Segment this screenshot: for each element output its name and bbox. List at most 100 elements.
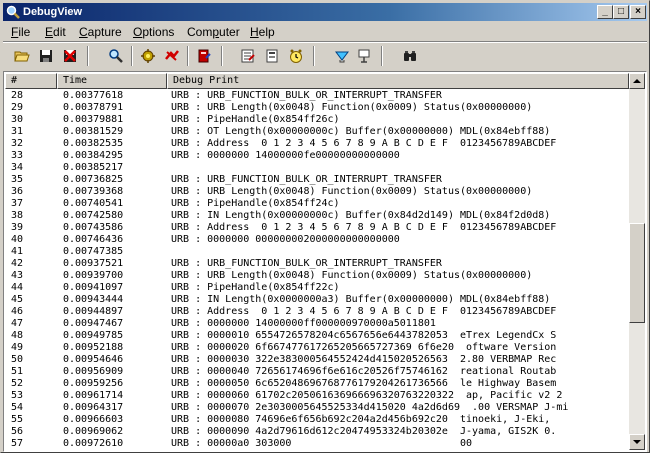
row-message: URB : 0000000 000000002000000000000000 [171,234,400,245]
save-button[interactable] [35,45,57,67]
table-row[interactable]: 56 0.00969062 URB : 0000090 4a2d79616d612c… [5,426,629,438]
clock-time-button[interactable] [285,45,307,67]
row-time: 0.00740541 [63,198,124,209]
table-row[interactable]: 45 0.00943444 URB : IN Length(0x0000000a3)… [5,294,629,306]
row-number: 32 [11,138,24,149]
log-to-file-button[interactable] [193,45,215,67]
table-row[interactable]: 34 0.00385217 [5,162,629,174]
row-number: 46 [11,306,24,317]
magnifier-app-icon [6,5,20,19]
log-rows: 28 0.00377618 URB : URB_FUNCTION_BULK_OR_I… [5,90,629,450]
row-time: 0.00378791 [63,102,124,113]
table-row[interactable]: 48 0.00949785 URB : 0000010 6554726578204c… [5,330,629,342]
open-button[interactable] [11,45,33,67]
row-number: 55 [11,414,24,425]
table-row[interactable]: 53 0.00961714 URB : 0000060 61702c20506163… [5,390,629,402]
highlight-button[interactable] [261,45,283,67]
menu-edit[interactable]: Edit [45,25,66,39]
find-button[interactable] [105,45,127,67]
row-message: URB : PipeHandle(0x854ff24c) [171,198,340,209]
table-row[interactable]: 51 0.00956909 URB : 0000040 72656174696f6e… [5,366,629,378]
binoculars-icon [404,51,416,61]
table-row[interactable]: 47 0.00947467 URB : 0000000 14000000ff0000… [5,318,629,330]
scroll-down-button[interactable] [629,434,645,450]
table-row[interactable]: 28 0.00377618 URB : URB_FUNCTION_BULK_OR_I… [5,90,629,102]
row-message: URB : IN Length(0x00000000c) Buffer(0x84… [171,210,551,221]
capture-win32-button[interactable] [137,45,159,67]
table-row[interactable]: 54 0.00964317 URB : 0000070 2e303000564552… [5,402,629,414]
row-number: 42 [11,258,24,269]
table-row[interactable]: 55 0.00966603 URB : 0000080 74696e6f656b69… [5,414,629,426]
table-row[interactable]: 49 0.00952188 URB : 0000020 6f667477617265… [5,342,629,354]
disconnect-button[interactable] [353,45,375,67]
minimize-button[interactable]: _ [597,5,613,19]
find-icon [109,49,123,63]
row-number: 49 [11,342,24,353]
row-number: 51 [11,366,24,377]
table-row[interactable]: 42 0.00937521 URB : URB_FUNCTION_BULK_OR_I… [5,258,629,270]
search-binoculars-button[interactable] [399,45,421,67]
row-time: 0.00966603 [63,414,124,425]
maximize-button[interactable]: □ [613,5,629,19]
toolbar [3,43,647,69]
menu-computer[interactable]: Computer [187,25,240,39]
close-button[interactable]: × [630,5,646,19]
table-row[interactable]: 36 0.00739368 URB : URB Length(0x0048) Fun… [5,186,629,198]
table-row[interactable]: 31 0.00381529 URB : OT Length(0x00000000c)… [5,126,629,138]
clear-button[interactable] [59,45,81,67]
table-row[interactable]: 52 0.00959256 URB : 0000050 6c652048696768… [5,378,629,390]
row-message: URB : URB_FUNCTION_BULK_OR_INTERRUPT_TRA… [171,174,442,185]
title-bar[interactable]: DebugView _ □ × [3,3,647,21]
table-row[interactable]: 38 0.00742580 URB : IN Length(0x00000000c)… [5,210,629,222]
table-row[interactable]: 57 0.00972610 URB : 00000a0 303000 00 [5,438,629,450]
row-message: URB : 0000090 4a2d79616d612c20474953324b… [171,426,557,437]
row-time: 0.00384295 [63,150,124,161]
row-number: 44 [11,282,24,293]
row-number: 34 [11,162,24,173]
table-row[interactable]: 44 0.00941097 URB : PipeHandle(0x854ff22c) [5,282,629,294]
list-header: # Time Debug Print [5,73,629,89]
toolbar-separator [87,46,89,66]
row-number: 53 [11,390,24,401]
table-row[interactable]: 37 0.00740541 URB : PipeHandle(0x854ff24c) [5,198,629,210]
capture-kernel-button[interactable] [161,45,183,67]
row-number: 29 [11,102,24,113]
log-icon [198,49,211,63]
scroll-down-arrow-icon [633,440,641,444]
column-header-number[interactable]: # [5,73,57,89]
column-header-debug-print[interactable]: Debug Print [167,73,629,89]
row-message: URB : Address 0 1 2 3 4 5 6 7 8 9 A B C … [171,138,557,149]
table-row[interactable]: 35 0.00736825 URB : URB_FUNCTION_BULK_OR_I… [5,174,629,186]
row-number: 31 [11,126,24,137]
menu-capture[interactable]: Capture [79,25,122,39]
menu-file[interactable]: File [11,25,30,39]
table-row[interactable]: 41 0.00747385 [5,246,629,258]
table-row[interactable]: 32 0.00382535 URB : Address 0 1 2 3 4 5 6 … [5,138,629,150]
column-header-time[interactable]: Time [57,73,167,89]
highlight-icon [266,49,278,63]
table-row[interactable]: 40 0.00746436 URB : 0000000 00000000200000… [5,234,629,246]
table-row[interactable]: 30 0.00379881 URB : PipeHandle(0x854ff26c) [5,114,629,126]
scrollbar-thumb[interactable] [629,223,645,323]
table-row[interactable]: 43 0.00939700 URB : URB Length(0x0048) Fun… [5,270,629,282]
table-row[interactable]: 33 0.00384295 URB : 0000000 14000000fe0000… [5,150,629,162]
connect-button[interactable] [331,45,353,67]
capture-kernel-icon [165,50,179,61]
debug-log-list[interactable]: # Time Debug Print 28 0.00377618 URB : URB… [3,71,647,452]
disconnect-icon [358,49,370,63]
scroll-up-button[interactable] [629,73,645,89]
menu-options[interactable]: Options [133,25,174,39]
window-title: DebugView [23,6,83,18]
filter-button[interactable] [237,45,259,67]
menu-help[interactable]: Help [250,25,275,39]
row-message: URB : URB_FUNCTION_BULK_OR_INTERRUPT_TRA… [171,90,442,101]
vertical-scrollbar[interactable] [629,73,645,450]
table-row[interactable]: 39 0.00743586 URB : Address 0 1 2 3 4 5 6 … [5,222,629,234]
table-row[interactable]: 50 0.00954646 URB : 0000030 322e3830005645… [5,354,629,366]
table-row[interactable]: 46 0.00944897 URB : Address 0 1 2 3 4 5 6 … [5,306,629,318]
save-icon [40,50,52,62]
row-number: 36 [11,186,24,197]
row-message: URB : URB Length(0x0048) Function(0x0009… [171,270,533,281]
row-number: 52 [11,378,24,389]
table-row[interactable]: 29 0.00378791 URB : URB Length(0x0048) Fun… [5,102,629,114]
